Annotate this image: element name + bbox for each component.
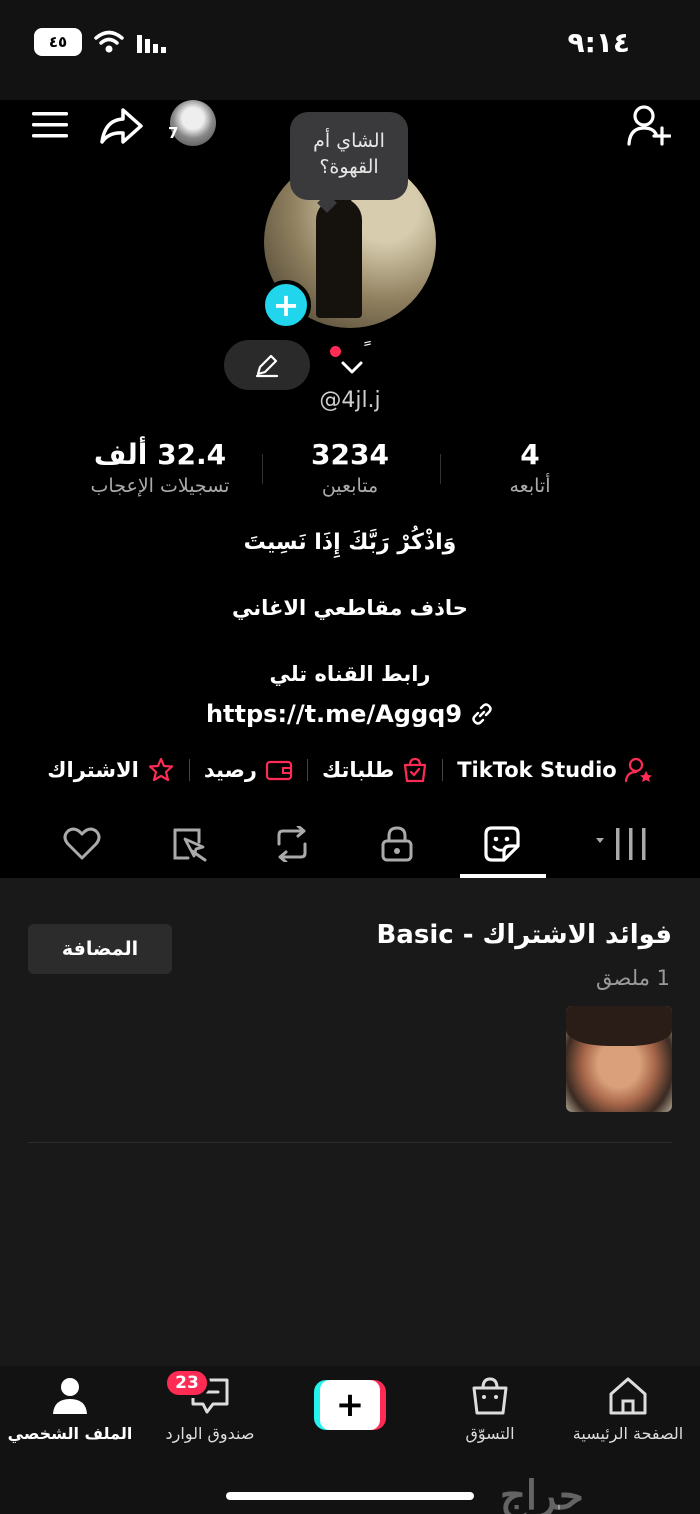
grid-icon [596,828,646,860]
star-badge-icon [148,757,173,782]
stat-value: 4 [520,438,540,471]
tab-videos[interactable] [572,812,672,876]
chip-label: رصيد [203,758,257,782]
nav-label: الصفحة الرئيسية [572,1424,684,1443]
bottom-nav: الصفحة الرئيسية التسوّق + صندوق الوارد 2… [0,1366,700,1514]
plus-icon: + [272,286,300,324]
sticker-count: 1 ملصق [596,966,670,990]
profile-icon [53,1378,87,1414]
divider [28,1142,672,1143]
profile-tabs [0,812,700,878]
sticker-hair [566,1006,672,1046]
nav-home[interactable]: الصفحة الرئيسية [558,1376,698,1443]
nav-label: الملف الشخصي [7,1424,133,1443]
bio-link[interactable]: https://t.me/Aggq9 [0,700,700,728]
nav-label: التسوّق [465,1424,515,1443]
added-stickers-button[interactable]: المضافة [28,924,172,974]
chevron-down-icon [341,361,363,374]
nav-label: صندوق الوارد [165,1424,255,1443]
tab-liked[interactable] [42,812,122,876]
chip-label: TikTok Studio [457,758,617,782]
bag-check-icon [404,757,427,783]
repost-icon [277,826,307,862]
stat-likes[interactable]: 32.4 ألف تسجيلات الإعجاب [70,438,250,497]
chip-label: طلباتك [321,758,395,782]
add-avatar-button[interactable]: + [261,280,311,330]
menu-button[interactable] [30,108,70,142]
status-time: ٩:١٤ [567,26,630,59]
tagged-icon [173,828,207,862]
balance-chip[interactable]: رصيد [190,758,307,782]
add-person-icon [627,105,671,146]
heart-icon [63,827,101,860]
chip-divider [188,759,190,781]
stat-divider [262,454,263,484]
tab-private[interactable] [357,812,437,876]
profile-stats: 4 أتابعه 3234 متابعين 32.4 ألف تسجيلات ا… [60,438,640,508]
stat-following[interactable]: 4 أتابعه [440,438,620,497]
tiktok-studio-chip[interactable]: TikTok Studio [443,757,667,783]
sticker-icon [484,826,520,862]
note-bubble[interactable]: الشاي أم القهوة؟ [290,112,408,200]
display-name-area[interactable]: ً [326,340,386,380]
stat-value: 3234 [311,438,389,471]
bio-line: حاذف مقاطعي الاغاني [232,596,468,620]
nav-shop[interactable]: التسوّق [420,1376,560,1443]
sticker-pack-title: فوائد الاشتراك - Basic [376,920,672,950]
nav-inbox[interactable]: صندوق الوارد [140,1376,280,1443]
wifi-icon [94,30,124,53]
bio-link-text: https://t.me/Aggq9 [205,700,463,728]
chip-divider [442,759,444,781]
share-button[interactable] [98,104,144,148]
haraj-watermark: حراج [500,1472,584,1514]
status-icons: ٤٥ [34,28,166,56]
stat-value: 32.4 ألف [93,438,227,471]
sticker-thumbnail[interactable] [566,1006,672,1112]
wallet-icon [265,760,293,781]
plus-icon: + [320,1380,380,1430]
stat-label: متابعين [321,475,379,497]
notification-dot [330,346,341,357]
shopping-bag-icon [472,1377,508,1415]
home-icon [609,1377,647,1415]
bio-line: وَاذْكُرْ رَبَّكَ إِذَا نَسِيتَ [243,530,457,555]
stat-followers[interactable]: 3234 متابعين [260,438,440,497]
stat-divider [440,454,441,484]
profile-shortcuts: TikTok Studio طلباتك رصيد الاشتراك [0,752,700,788]
chip-divider [306,759,308,781]
stat-label: تسجيلات الإعجاب [90,475,230,497]
battery-icon: ٤٥ [34,28,82,56]
chip-label: الاشتراك [47,758,139,782]
tab-tagged[interactable] [150,812,230,876]
bio-line: رابط القناه تلي [269,662,431,686]
lock-icon [381,826,413,862]
subscription-chip[interactable]: الاشتراك [33,757,189,783]
nav-profile[interactable]: الملف الشخصي [0,1376,140,1443]
signal-icon [137,35,166,53]
username: @4jl.j [319,388,381,413]
tab-reposts[interactable] [252,812,332,876]
hamburger-icon [32,112,68,138]
stat-label: أتابعه [509,475,551,497]
person-star-icon [624,757,652,783]
home-indicator[interactable] [226,1492,474,1500]
link-icon [472,703,492,725]
inbox-badge: 23 [164,1368,210,1398]
tab-stickers[interactable] [462,812,542,876]
story-count: 7 [168,124,179,142]
add-friend-button[interactable] [626,102,672,148]
stickers-panel: المضافة فوائد الاشتراك - Basic 1 ملصق [0,878,700,1366]
avatar-figure [316,198,362,318]
edit-profile-button[interactable] [224,340,310,390]
orders-chip[interactable]: طلباتك [308,757,442,783]
share-icon [100,108,143,144]
status-bar: ٤٥ ٩:١٤ [0,0,700,100]
pencil-icon [255,354,279,378]
create-button[interactable]: + [314,1380,386,1430]
